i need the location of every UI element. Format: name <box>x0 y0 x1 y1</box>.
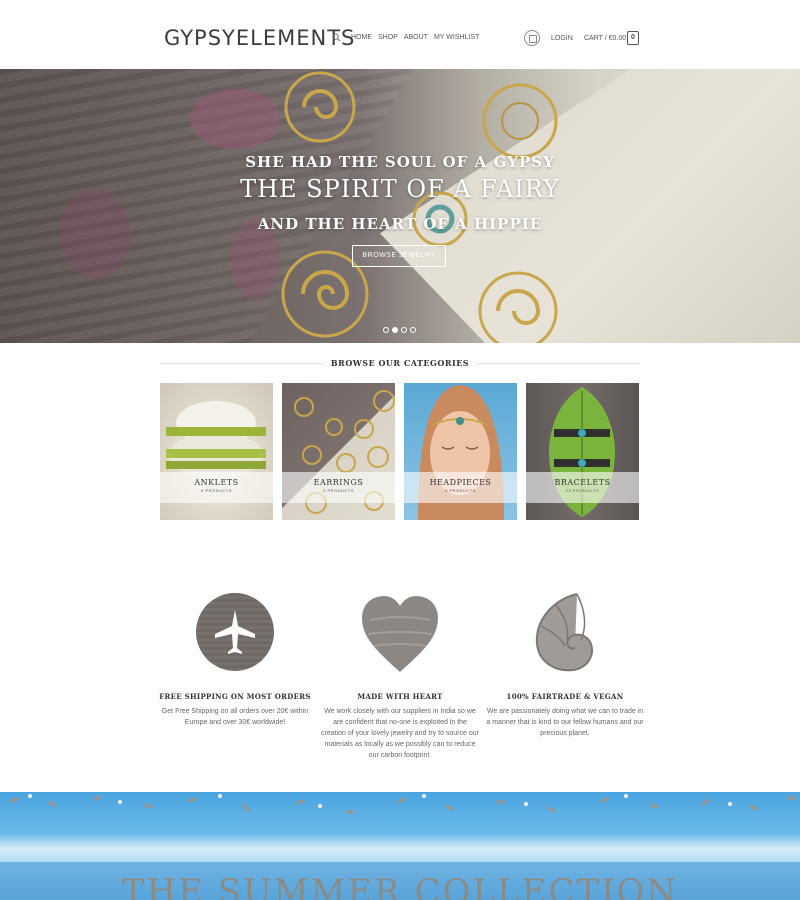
slider-dot[interactable] <box>383 327 389 333</box>
categories-heading-row: BROWSE OUR CATEGORIES <box>160 356 640 370</box>
category-count: 22 PRODUCTS <box>565 488 600 493</box>
browse-jewelry-button[interactable]: BROWSE JEWELRY <box>352 245 446 267</box>
hero-slider: SHE HAD THE SOUL OF A GYPSY THE SPIRIT O… <box>0 69 800 343</box>
feature-fairtrade-vegan: 100% FAIRTRADE & VEGAN We are passionate… <box>485 590 645 739</box>
feature-icon-wrap <box>525 590 605 674</box>
category-label: EARRINGS 3 PRODUCTS <box>282 472 395 503</box>
feature-text: We are passionately doing what we can to… <box>486 708 644 737</box>
category-count: 6 PRODUCTS <box>201 488 232 493</box>
category-label: BRACELETS 22 PRODUCTS <box>526 472 639 503</box>
category-grid: ANKLETS 6 PRODUCTS EARRINGS 3 PRODUCTS H… <box>160 383 640 520</box>
category-name: ANKLETS <box>194 478 239 487</box>
feature-title: FREE SHIPPING ON MOST ORDERS <box>159 692 311 701</box>
login-link[interactable]: LOGIN <box>551 35 573 42</box>
feature-made-with-heart: MADE WITH HEART We work closely with our… <box>320 590 480 761</box>
site-logo[interactable]: GYPSYELEMENTS <box>164 26 355 50</box>
category-card-bracelets[interactable]: BRACELETS 22 PRODUCTS <box>526 383 639 520</box>
feature-text: Get Free Shipping on all orders over 20€… <box>161 708 309 726</box>
search-icon[interactable] <box>332 33 341 42</box>
banner-title: THE SUMMER COLLECTION <box>121 872 679 900</box>
feature-text: We work closely with our suppliers in In… <box>321 708 479 759</box>
earrings-image <box>281 71 558 343</box>
banner-horizon-haze <box>0 834 800 864</box>
hero-tagline-1: SHE HAD THE SOUL OF A GYPSY <box>245 153 555 171</box>
nav-item-about[interactable]: ABOUT <box>404 34 428 41</box>
category-count: 0 PRODUCTS <box>445 488 476 493</box>
slider-dot[interactable] <box>410 327 416 333</box>
main-nav: HOME SHOP ABOUT MY WISHLIST <box>332 33 479 42</box>
nav-item-wishlist[interactable]: MY WISHLIST <box>434 34 479 41</box>
slider-dots <box>383 327 416 333</box>
feature-free-shipping: FREE SHIPPING ON MOST ORDERS Get Free Sh… <box>155 590 315 728</box>
feature-title: 100% FAIRTRADE & VEGAN <box>506 692 624 701</box>
nautilus-shell-icon <box>535 593 593 672</box>
cart-count-badge[interactable]: 0 <box>627 31 639 45</box>
category-name: EARRINGS <box>313 478 364 487</box>
category-card-anklets[interactable]: ANKLETS 6 PRODUCTS <box>160 383 273 520</box>
feature-icon-wrap <box>360 590 440 674</box>
hero-tagline-2: THE SPIRIT OF A FAIRY <box>240 175 560 203</box>
category-label: ANKLETS 6 PRODUCTS <box>160 472 273 503</box>
slider-dot[interactable] <box>392 327 398 333</box>
site-header: GYPSYELEMENTS HOME SHOP ABOUT MY WISHLIS… <box>0 0 800 69</box>
category-name: BRACELETS <box>554 478 611 487</box>
category-card-earrings[interactable]: EARRINGS 3 PRODUCTS <box>282 383 395 520</box>
cart-link[interactable]: CART / €0.00 <box>584 35 626 42</box>
category-name: HEADPIECES <box>429 478 492 487</box>
slider-dot[interactable] <box>401 327 407 333</box>
leaf-garland-image <box>9 794 797 815</box>
feature-icon-wrap <box>195 590 275 674</box>
feature-title: MADE WITH HEART <box>357 692 443 701</box>
airplane-icon <box>196 593 274 671</box>
account-icon[interactable] <box>524 30 540 46</box>
category-count: 3 PRODUCTS <box>323 488 354 493</box>
categories-title: BROWSE OUR CATEGORIES <box>330 358 470 368</box>
hero-tagline-3: AND THE HEART OF A HIPPIE <box>257 215 543 233</box>
heart-icon <box>362 596 438 672</box>
category-card-headpieces[interactable]: HEADPIECES 0 PRODUCTS <box>404 383 517 520</box>
nav-item-shop[interactable]: SHOP <box>378 34 398 41</box>
nav-item-home[interactable]: HOME <box>351 34 372 41</box>
category-label: HEADPIECES 0 PRODUCTS <box>404 472 517 503</box>
